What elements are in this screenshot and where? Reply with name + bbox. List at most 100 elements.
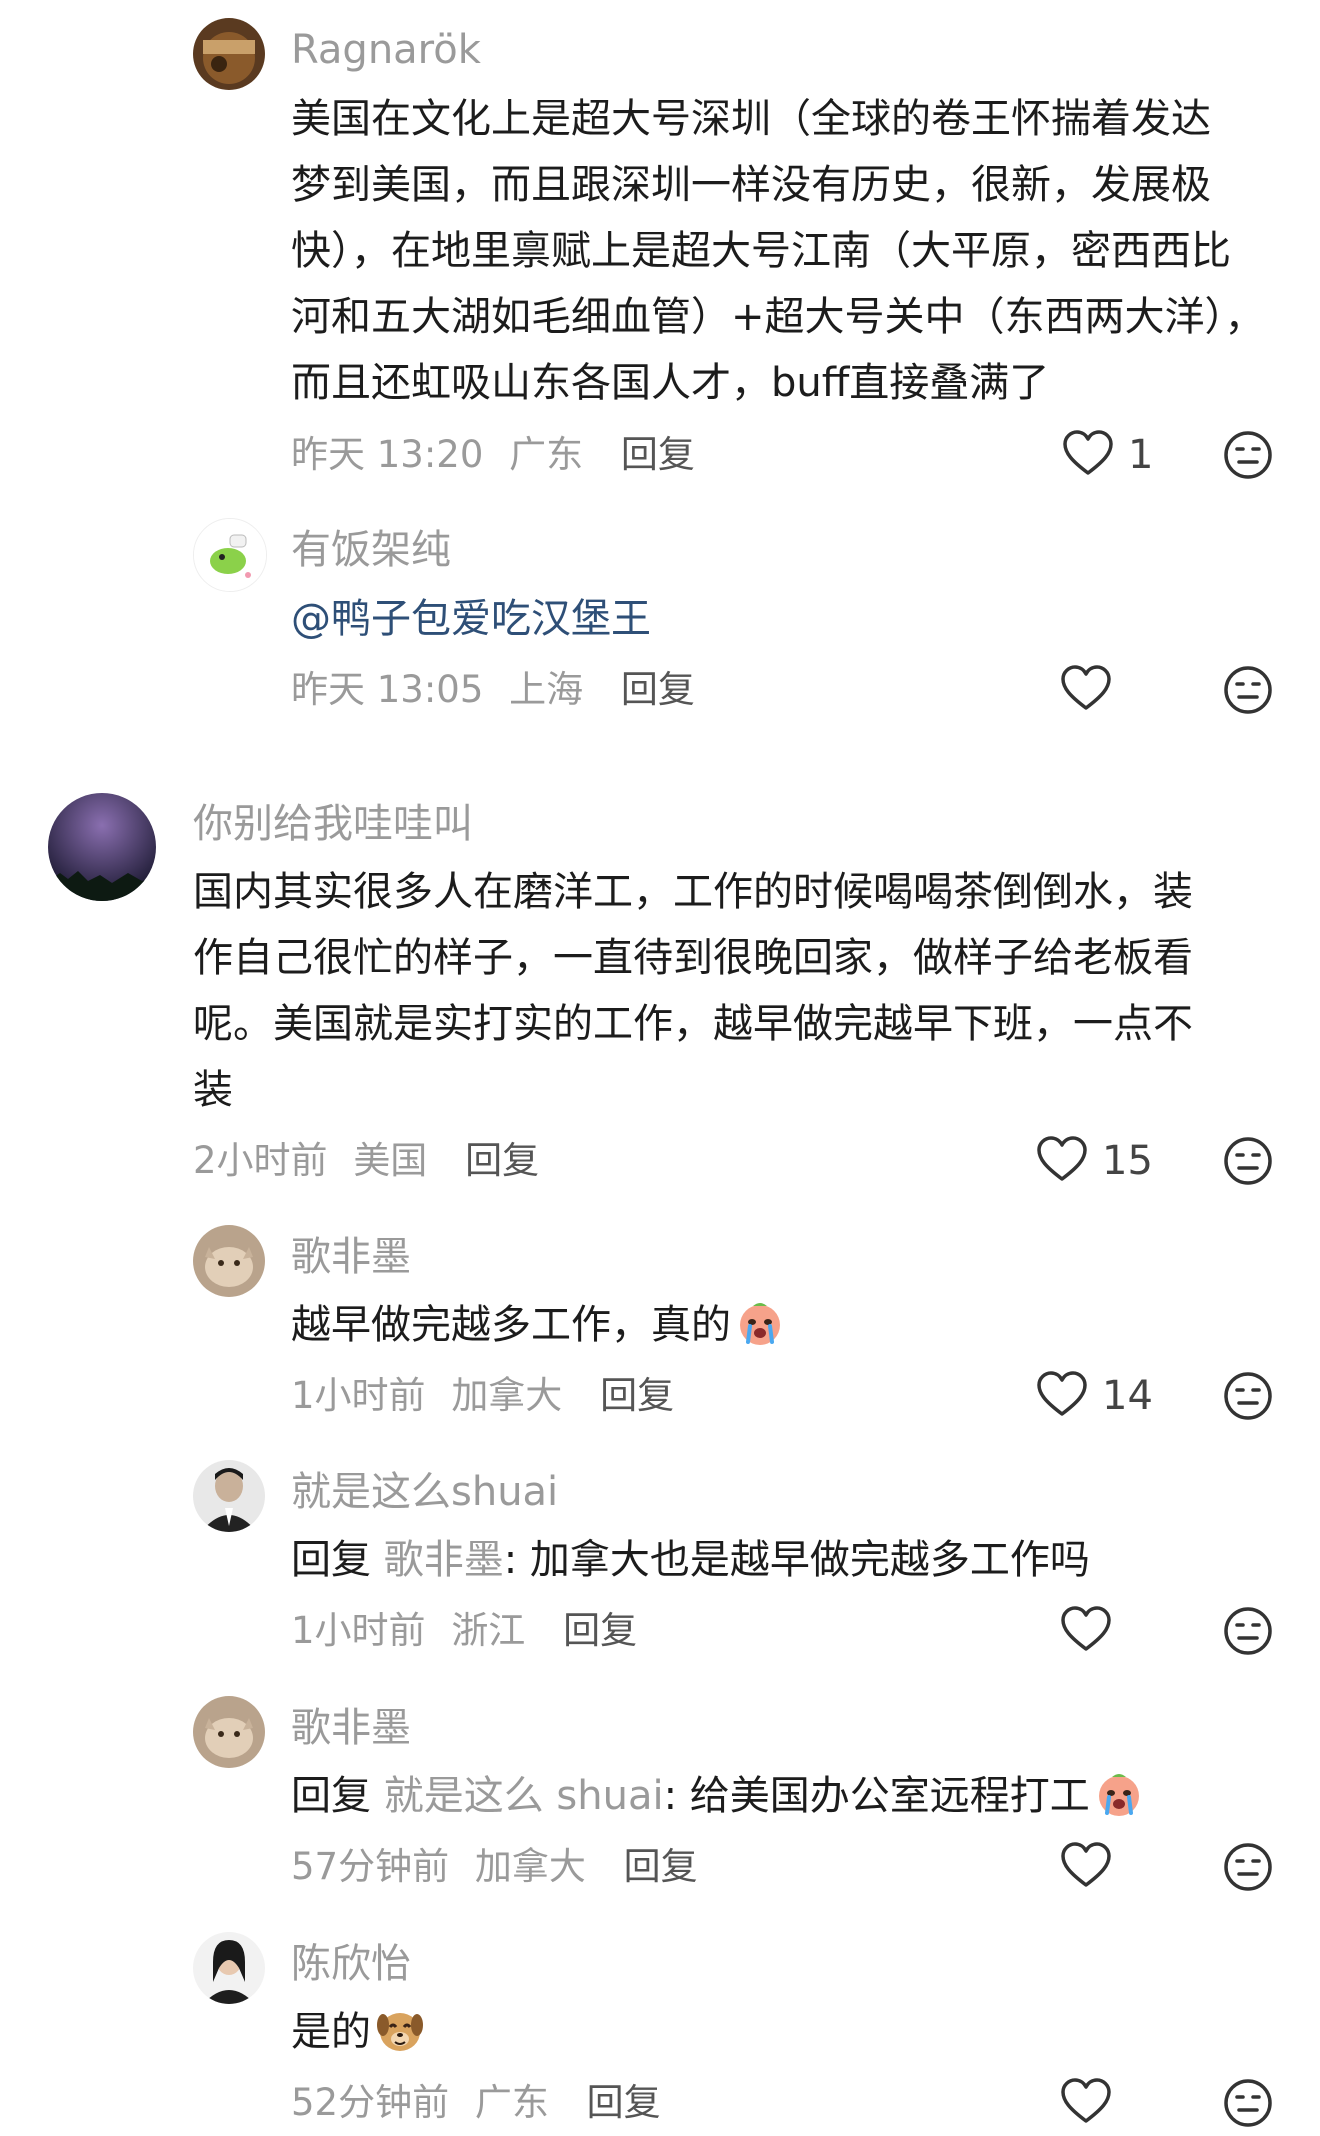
heart-outline-icon <box>1060 664 1112 716</box>
heart-outline-icon <box>1060 2077 1112 2129</box>
comment-line: 是的 <box>291 2009 371 2055</box>
emote-button[interactable] <box>1222 429 1274 481</box>
emote-button[interactable] <box>1222 664 1274 716</box>
username[interactable]: 你别给我哇哇叫 <box>193 799 473 849</box>
avatar[interactable] <box>193 1225 265 1297</box>
username[interactable]: 歌非墨 <box>291 1232 411 1282</box>
heart-outline-icon <box>1060 1841 1112 1893</box>
dog-laughing-emoji <box>375 2005 425 2055</box>
location: 浙江 <box>451 1609 526 1652</box>
location: 广东 <box>474 2081 549 2124</box>
neutral-face-icon <box>1222 429 1274 481</box>
timestamp: 1小时前 <box>291 1374 426 1417</box>
reply-prefix: 回复 <box>291 1773 371 1819</box>
username[interactable]: 歌非墨 <box>291 1703 411 1753</box>
comment-meta: 昨天 13:20 广东 回复 <box>291 430 695 480</box>
emote-button[interactable] <box>1222 1135 1274 1187</box>
emote-button[interactable] <box>1222 1841 1274 1893</box>
comment-line: : 给美国办公室远程打工 <box>663 1773 1090 1819</box>
timestamp: 昨天 13:05 <box>291 668 484 711</box>
reply-to-user[interactable]: 歌非墨 <box>384 1537 504 1583</box>
avatar[interactable] <box>193 518 267 592</box>
neutral-face-icon <box>1222 2077 1274 2129</box>
like-count: 14 <box>1102 1373 1153 1419</box>
crying-face-emoji <box>1094 1769 1144 1819</box>
like-button[interactable]: 15 <box>1036 1136 1153 1186</box>
heart-outline-icon <box>1062 429 1114 481</box>
comment-text: 回复 就是这么 shuai: 给美国办公室远程打工 <box>291 1763 1144 1829</box>
heart-outline-icon <box>1036 1370 1088 1422</box>
comment-text: @鸭子包爱吃汉堡王 <box>291 586 651 652</box>
avatar[interactable] <box>193 18 265 90</box>
avatar[interactable] <box>193 1460 265 1532</box>
neutral-face-icon <box>1222 1841 1274 1893</box>
comment-line: 河和五大湖如毛细血管）+超大号关中（东西两大洋）， <box>291 294 1265 340</box>
neutral-face-icon <box>1222 1370 1274 1422</box>
mention-link[interactable]: @鸭子包爱吃汉堡王 <box>291 586 651 652</box>
location: 广东 <box>509 433 584 476</box>
reply-button[interactable]: 回复 <box>621 668 695 711</box>
username[interactable]: 有饭架纯 <box>291 525 451 575</box>
location: 上海 <box>509 668 584 711</box>
avatar[interactable] <box>193 1696 265 1768</box>
like-button[interactable]: 14 <box>1036 1371 1153 1421</box>
username[interactable]: Ragnarök <box>291 25 481 75</box>
timestamp: 57分钟前 <box>291 1845 450 1888</box>
reply-prefix: 回复 <box>291 1537 371 1583</box>
location: 加拿大 <box>451 1374 563 1417</box>
username[interactable]: 就是这么shuai <box>291 1467 558 1517</box>
like-button[interactable] <box>1060 665 1112 715</box>
emote-button[interactable] <box>1222 1605 1274 1657</box>
like-button[interactable] <box>1060 1606 1112 1656</box>
crying-face-emoji <box>735 1298 785 1348</box>
comment-line: 梦到美国，而且跟深圳一样没有历史，很新，发展极 <box>291 162 1211 208</box>
comment-text: 是的 <box>291 1999 425 2065</box>
timestamp: 1小时前 <box>291 1609 426 1652</box>
emote-button[interactable] <box>1222 2077 1274 2129</box>
comment-line: 呢。美国就是实打实的工作，越早做完越早下班，一点不 <box>193 1001 1193 1047</box>
reply-button[interactable]: 回复 <box>563 1609 637 1652</box>
like-button[interactable]: 1 <box>1062 430 1153 480</box>
comment-meta: 52分钟前 广东 回复 <box>291 2078 661 2128</box>
comment-text: 国内其实很多人在磨洋工，工作的时候喝喝茶倒倒水，装 作自己很忙的样子，一直待到很… <box>193 859 1193 1123</box>
like-button[interactable] <box>1060 2078 1112 2128</box>
comment-meta: 昨天 13:05 上海 回复 <box>291 665 695 715</box>
comment-line: 越早做完越多工作，真的 <box>291 1302 731 1348</box>
comment-line: 国内其实很多人在磨洋工，工作的时候喝喝茶倒倒水，装 <box>193 869 1193 915</box>
timestamp: 2小时前 <box>193 1139 328 1182</box>
avatar[interactable] <box>48 793 156 901</box>
heart-outline-icon <box>1060 1605 1112 1657</box>
comment-text: 越早做完越多工作，真的 <box>291 1292 785 1358</box>
comment-meta: 2小时前 美国 回复 <box>193 1136 539 1186</box>
timestamp: 昨天 13:20 <box>291 433 484 476</box>
location: 加拿大 <box>474 1845 586 1888</box>
timestamp: 52分钟前 <box>291 2081 450 2124</box>
comment-meta: 1小时前 浙江 回复 <box>291 1606 637 1656</box>
username[interactable]: 陈欣怡 <box>291 1939 411 1989</box>
reply-button[interactable]: 回复 <box>465 1139 539 1182</box>
neutral-face-icon <box>1222 1135 1274 1187</box>
reply-to-user[interactable]: 就是这么 shuai <box>384 1773 664 1819</box>
comment-text: 美国在文化上是超大号深圳（全球的卷王怀揣着发达 梦到美国，而且跟深圳一样没有历史… <box>291 86 1265 416</box>
comment-line: 装 <box>193 1067 233 1113</box>
like-count: 1 <box>1128 432 1154 478</box>
comment-line: 美国在文化上是超大号深圳（全球的卷王怀揣着发达 <box>291 96 1211 142</box>
like-count: 15 <box>1102 1138 1153 1184</box>
reply-button[interactable]: 回复 <box>621 433 695 476</box>
comment-line: 作自己很忙的样子，一直待到很晚回家，做样子给老板看 <box>193 935 1193 981</box>
reply-button[interactable]: 回复 <box>600 1374 674 1417</box>
comment-text: 回复 歌非墨: 加拿大也是越早做完越多工作吗 <box>291 1527 1090 1593</box>
avatar[interactable] <box>193 1932 265 2004</box>
neutral-face-icon <box>1222 664 1274 716</box>
reply-button[interactable]: 回复 <box>587 2081 661 2124</box>
like-button[interactable] <box>1060 1842 1112 1892</box>
heart-outline-icon <box>1036 1135 1088 1187</box>
comment-line: 快），在地里禀赋上是超大号江南（大平原，密西西比 <box>291 228 1231 274</box>
comment-meta: 57分钟前 加拿大 回复 <box>291 1842 698 1892</box>
reply-button[interactable]: 回复 <box>624 1845 698 1888</box>
neutral-face-icon <box>1222 1605 1274 1657</box>
location: 美国 <box>353 1139 428 1182</box>
comment-meta: 1小时前 加拿大 回复 <box>291 1371 674 1421</box>
comment-line: : 加拿大也是越早做完越多工作吗 <box>503 1537 1090 1583</box>
emote-button[interactable] <box>1222 1370 1274 1422</box>
